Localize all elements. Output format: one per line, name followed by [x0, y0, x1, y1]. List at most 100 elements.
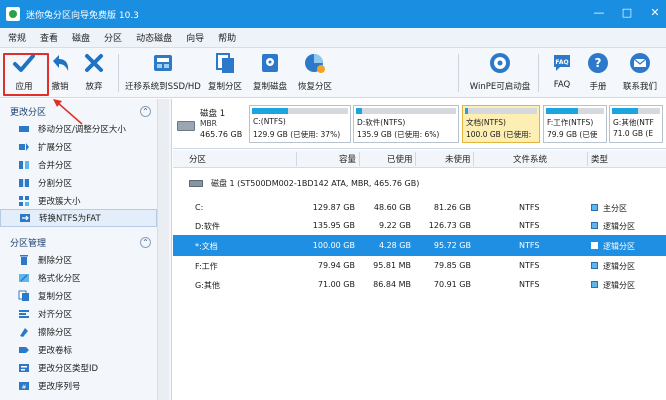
usage-bar: [465, 108, 537, 114]
col-type[interactable]: 类型: [591, 153, 608, 165]
menu-help[interactable]: 帮助: [218, 31, 236, 44]
move-resize-icon: [18, 123, 30, 135]
sidebar-item-delete[interactable]: 删除分区: [0, 251, 157, 269]
partition-block-info: 100.0 GB (已使用:: [466, 130, 532, 139]
sidebar-item-cluster-size[interactable]: 更改簇大小: [0, 192, 157, 210]
cell-filesystem: NTFS: [519, 280, 540, 289]
disk-1-info[interactable]: 磁盘 1 MBR 465.76 GB: [173, 103, 245, 145]
col-filesystem[interactable]: 文件系统: [513, 153, 547, 165]
column-divider: [359, 152, 360, 166]
menu-general[interactable]: 常规: [8, 31, 26, 44]
discard-x-icon: [82, 51, 106, 75]
sidebar-scrollbar[interactable]: [157, 99, 169, 400]
menu-view[interactable]: 查看: [40, 31, 58, 44]
col-partition[interactable]: 分区: [189, 153, 206, 165]
sidebar-item-extend[interactable]: 扩展分区: [0, 138, 157, 156]
title-bar: 迷你兔分区向导免费版 10.3 — □ ✕: [0, 0, 666, 28]
minimize-button[interactable]: —: [592, 6, 606, 20]
menu-disk[interactable]: 磁盘: [72, 31, 90, 44]
serial-icon: #: [18, 380, 30, 392]
copy-partition-button[interactable]: 复制分区: [205, 51, 245, 95]
disk-row[interactable]: 磁盘 1 (ST500DM002-1BD142 ATA, MBR, 465.76…: [173, 172, 666, 192]
partition-type-icon: [591, 242, 598, 249]
disk-map: 磁盘 1 MBR 465.76 GB C:(NTFS) 129.9 GB (已使…: [173, 99, 666, 149]
svg-text:#: #: [21, 384, 26, 391]
label-icon: [18, 344, 30, 356]
table-row[interactable]: F:工作 79.94 GB 95.81 MB 79.85 GB NTFS 逻辑分…: [173, 255, 666, 276]
contact-us-button[interactable]: 联系我们: [620, 51, 660, 95]
partition-block-d[interactable]: D:软件(NTFS) 135.9 GB (已使用: 6%): [353, 105, 459, 143]
undo-button[interactable]: 撤销: [46, 51, 74, 95]
manual-button[interactable]: ? 手册: [584, 51, 612, 95]
sidebar-section-change-partition[interactable]: 更改分区 ⌃: [0, 103, 157, 119]
partition-type-icon: [591, 281, 598, 288]
sidebar-item-copy-partition[interactable]: 复制分区: [0, 287, 157, 305]
col-capacity[interactable]: 容量: [339, 153, 356, 165]
menu-partition[interactable]: 分区: [104, 31, 122, 44]
sidebar-item-wipe[interactable]: 擦除分区: [0, 323, 157, 341]
disk-name: 磁盘 1: [200, 109, 226, 119]
sidebar-item-move-resize[interactable]: 移动分区/调整分区大小: [0, 120, 157, 138]
cell-used: 95.81 MB: [373, 261, 411, 270]
copy-icon: [18, 290, 30, 302]
partition-block-info: 135.9 GB (已使用: 6%): [357, 130, 440, 139]
cell-type: 主分区: [603, 204, 627, 213]
partition-block-docs[interactable]: 文档(NTFS) 100.0 GB (已使用:: [462, 105, 540, 143]
format-icon: [18, 272, 30, 284]
cell-unused: 81.26 GB: [433, 203, 471, 212]
winpe-button[interactable]: WinPE可启动盘: [470, 51, 530, 95]
sidebar-item-format[interactable]: 格式化分区: [0, 269, 157, 287]
cell-unused: 95.72 GB: [433, 241, 471, 250]
hard-drive-icon: [189, 180, 203, 187]
restore-partition-button[interactable]: 恢复分区: [295, 51, 335, 95]
partition-block-f[interactable]: F:工作(NTFS) 79.9 GB (已使: [543, 105, 607, 143]
sidebar-item-change-label[interactable]: 更改卷标: [0, 341, 157, 359]
partition-block-c[interactable]: C:(NTFS) 129.9 GB (已使用: 37%): [249, 105, 351, 143]
col-unused[interactable]: 未使用: [445, 153, 471, 165]
winpe-label: WinPE可启动盘: [469, 82, 531, 92]
table-row[interactable]: G:其他 71.00 GB 86.84 MB 70.91 GB NTFS 逻辑分…: [173, 274, 666, 295]
sidebar-item-merge[interactable]: 合并分区: [0, 156, 157, 174]
restore-partition-label: 恢复分区: [297, 82, 332, 92]
table-row-selected[interactable]: *:文档 100.00 GB 4.28 GB 95.72 GB NTFS 逻辑分…: [173, 235, 666, 256]
usage-bar-fill: [546, 108, 578, 114]
maximize-button[interactable]: □: [620, 6, 634, 20]
col-used[interactable]: 已使用: [387, 153, 413, 165]
copy-disk-button[interactable]: 复制磁盘: [250, 51, 290, 95]
menu-wizard[interactable]: 向导: [186, 31, 204, 44]
column-divider: [296, 152, 297, 166]
cell-unused: 70.91 GB: [433, 280, 471, 289]
table-row[interactable]: D:软件 135.95 GB 9.22 GB 126.73 GB NTFS 逻辑…: [173, 215, 666, 236]
migrate-os-label: 迁移系统到SSD/HD: [125, 82, 201, 92]
discard-label: 放弃: [85, 82, 103, 92]
cell-type: 逻辑分区: [603, 222, 635, 231]
cell-used: 9.22 GB: [378, 221, 411, 230]
section-title: 分区管理: [10, 238, 47, 249]
sidebar-item-split[interactable]: 分割分区: [0, 174, 157, 192]
sidebar-item-change-type-id[interactable]: 更改分区类型ID: [0, 359, 157, 377]
cell-unused: 79.85 GB: [433, 261, 471, 270]
usage-bar-fill: [252, 108, 288, 114]
sidebar-item-label: 移动分区/调整分区大小: [38, 125, 126, 135]
migrate-os-button[interactable]: 迁移系统到SSD/HD: [125, 51, 201, 95]
sidebar-item-change-serial[interactable]: # 更改序列号: [0, 377, 157, 395]
sidebar-item-convert-ntfs-fat[interactable]: 转换NTFS为FAT: [0, 209, 157, 227]
toolbar-divider: [538, 54, 539, 92]
partition-block-g[interactable]: G:其他(NTF 71.0 GB (E: [609, 105, 663, 143]
usage-bar: [252, 108, 348, 114]
partition-block-name: 文档(NTFS): [466, 118, 506, 127]
menu-dynamic-disk[interactable]: 动态磁盘: [136, 31, 172, 44]
discard-button[interactable]: 放弃: [80, 51, 108, 95]
faq-button[interactable]: FAQ FAQ: [548, 51, 576, 95]
cluster-icon: [18, 195, 30, 207]
close-button[interactable]: ✕: [648, 6, 662, 20]
sidebar-item-align[interactable]: 对齐分区: [0, 305, 157, 323]
sidebar-section-partition-management[interactable]: 分区管理 ⌃: [0, 234, 157, 250]
help-question-icon: ?: [586, 51, 610, 75]
cell-capacity: 71.00 GB: [317, 280, 355, 289]
copy-disk-label: 复制磁盘: [252, 82, 287, 92]
collapse-icon[interactable]: ⌃: [140, 105, 151, 117]
cell-capacity: 100.00 GB: [312, 241, 355, 250]
collapse-icon[interactable]: ⌃: [140, 236, 151, 248]
partition-block-name: F:工作(NTFS): [547, 118, 594, 127]
